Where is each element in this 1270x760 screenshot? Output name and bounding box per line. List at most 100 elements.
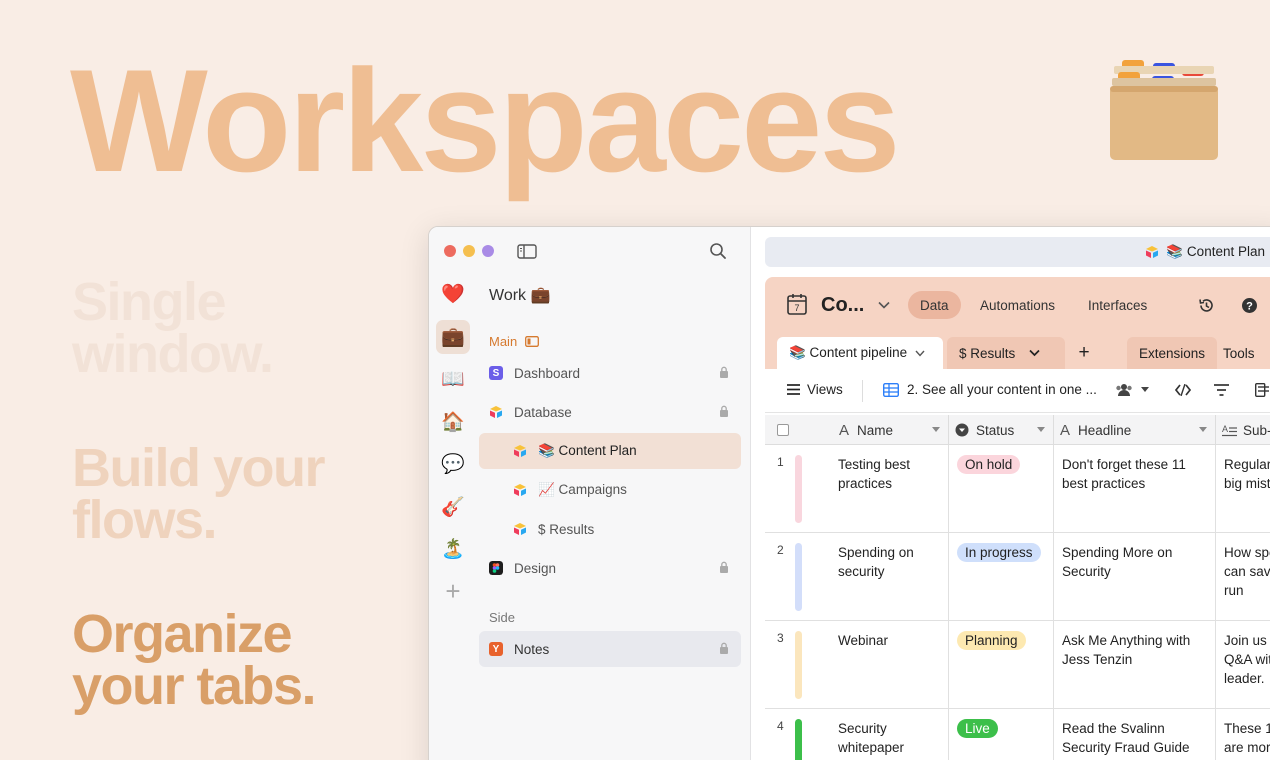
sidebar: ❤️ 💼 📖 🏠 💬 🎸 🏝️ + Work 💼 Main S Dashboar… (429, 227, 751, 760)
table-row[interactable]: 3 Webinar Planning Ask Me Anything with … (765, 621, 1270, 709)
text-field-icon: A (839, 421, 850, 439)
column-header-name[interactable]: A Name (829, 415, 949, 445)
column-header-status[interactable]: Status (949, 415, 1054, 445)
table-row[interactable]: 4 Security whitepaper Live Read the Sval… (765, 709, 1270, 760)
search-icon[interactable] (709, 242, 727, 260)
single-select-icon (955, 423, 969, 437)
tools-button[interactable]: Tools (1211, 337, 1267, 369)
cell-sub[interactable]: Regular big mist (1216, 445, 1270, 532)
heart-icon[interactable]: ❤️ (436, 277, 470, 311)
airtable-icon (490, 406, 502, 418)
cell-sub[interactable]: How spe can save run (1216, 533, 1270, 620)
section-main[interactable]: Main (489, 334, 540, 349)
cell-status[interactable]: On hold (949, 445, 1054, 532)
sidebar-toggle-icon[interactable] (517, 244, 537, 259)
sidebar-item-label: Database (514, 404, 572, 420)
hamburger-icon (787, 384, 800, 395)
tagline-single-window: Single window. (72, 272, 274, 384)
table-row[interactable]: 2 Spending on security In progress Spend… (765, 533, 1270, 621)
row-number: 3 (777, 631, 784, 645)
cell-headline[interactable]: Spending More on Security (1054, 533, 1216, 620)
views-label: Views (807, 382, 843, 397)
sidebar-item-label: 📈 Campaigns (538, 482, 627, 497)
cell-status[interactable]: In progress (949, 533, 1054, 620)
tab-interfaces[interactable]: Interfaces (1076, 291, 1159, 319)
workspace-rail: ❤️ 💼 📖 🏠 💬 🎸 🏝️ + (436, 277, 472, 617)
address-bar[interactable]: 📚 Content Plan (765, 237, 1270, 267)
sidebar-item-database[interactable]: Database (479, 394, 741, 430)
airtable-icon (514, 484, 526, 496)
card-index-icon (1110, 60, 1218, 160)
chevron-down-icon[interactable] (878, 301, 890, 309)
sidebar-item-campaigns[interactable]: 📈 Campaigns (479, 472, 741, 508)
code-icon[interactable] (1175, 384, 1191, 396)
sidebar-item-design[interactable]: Design (479, 550, 741, 586)
group-icon[interactable] (1255, 383, 1269, 397)
view-selector[interactable]: 2. See all your content in one ... (883, 382, 1097, 397)
tab-data-label: Data (920, 297, 949, 313)
book-icon[interactable]: 📖 (436, 362, 470, 396)
cell-headline[interactable]: Don't forget these 11 best practices (1054, 445, 1216, 532)
caret-down-icon[interactable] (932, 427, 940, 432)
cell-headline[interactable]: Ask Me Anything with Jess Tenzin (1054, 621, 1216, 708)
cell-name[interactable]: Security whitepaper (829, 709, 949, 760)
lock-icon (720, 561, 728, 573)
cell-name[interactable]: Webinar (829, 621, 949, 708)
tab-data[interactable]: Data (908, 291, 961, 319)
caret-down-icon[interactable] (1199, 427, 1207, 432)
tagline-organize-tabs: Organize your tabs. (72, 604, 317, 716)
tools-label: Tools (1223, 345, 1255, 361)
sidebar-item-dashboard[interactable]: S Dashboard (479, 355, 741, 391)
column-header-sub[interactable]: A Sub- (1216, 415, 1270, 445)
close-window-button[interactable] (444, 245, 456, 257)
long-text-icon: A (1222, 424, 1237, 436)
panel-icon (525, 336, 540, 347)
view-toolbar: Views 2. See all your content in one ... (765, 369, 1270, 413)
status-badge: In progress (957, 543, 1041, 562)
chevron-down-icon[interactable] (915, 350, 925, 357)
zoom-window-button[interactable] (482, 245, 494, 257)
tab-content-pipeline[interactable]: 📚 Content pipeline (777, 337, 943, 369)
cell-sub[interactable]: Join us Q&A wit leader. (1216, 621, 1270, 708)
cell-sub[interactable]: These 1 are mor might th (1216, 709, 1270, 760)
briefcase-icon[interactable]: 💼 (436, 319, 470, 354)
history-icon[interactable] (1198, 297, 1215, 314)
sidebar-item-results[interactable]: $ Results (479, 511, 741, 547)
sidebar-item-content-plan[interactable]: 📚 Content Plan (479, 433, 741, 469)
island-icon[interactable]: 🏝️ (436, 532, 470, 566)
cell-name[interactable]: Testing best practices (829, 445, 949, 532)
extensions-button[interactable]: Extensions (1127, 337, 1218, 369)
cell-status[interactable]: Live (949, 709, 1054, 760)
cell-headline[interactable]: Read the Svalinn Security Fraud Guide (1054, 709, 1216, 760)
sidebar-item-notes[interactable]: Y Notes (479, 631, 741, 667)
cell-status[interactable]: Planning (949, 621, 1054, 708)
status-badge: On hold (957, 455, 1021, 474)
caret-down-icon[interactable] (1141, 387, 1149, 392)
column-name-label: Name (857, 422, 894, 438)
select-all-checkbox[interactable] (765, 415, 825, 445)
people-icon[interactable] (1115, 383, 1133, 397)
chevron-down-icon[interactable] (1029, 349, 1040, 357)
filter-icon[interactable] (1214, 384, 1229, 396)
dashboard-s-icon: S (489, 366, 503, 380)
status-badge: Planning (957, 631, 1026, 650)
tab-automations[interactable]: Automations (968, 291, 1067, 319)
add-workspace-icon[interactable]: + (436, 575, 470, 609)
help-icon[interactable]: ? (1241, 297, 1258, 314)
table-row[interactable]: 1 Testing best practices On hold Don't f… (765, 445, 1270, 533)
base-title[interactable]: Co... (821, 294, 864, 317)
house-icon[interactable]: 🏠 (436, 405, 470, 439)
tab-results[interactable]: $ Results (947, 337, 1065, 369)
column-header-headline[interactable]: A Headline (1054, 415, 1216, 445)
minimize-window-button[interactable] (463, 245, 475, 257)
add-table-button[interactable]: + (1065, 337, 1103, 369)
caret-down-icon[interactable] (1037, 427, 1045, 432)
main-pane: 📚 Content Plan 7 Co... Data Automations … (751, 227, 1270, 760)
grid-view-icon (883, 382, 899, 397)
cell-name[interactable]: Spending on security (829, 533, 949, 620)
tab-content-pipeline-label: 📚 Content pipeline (789, 345, 908, 360)
section-side[interactable]: Side (489, 610, 515, 625)
guitar-icon[interactable]: 🎸 (436, 490, 470, 524)
views-button[interactable]: Views (787, 382, 843, 397)
speech-bubble-icon[interactable]: 💬 (436, 447, 470, 481)
